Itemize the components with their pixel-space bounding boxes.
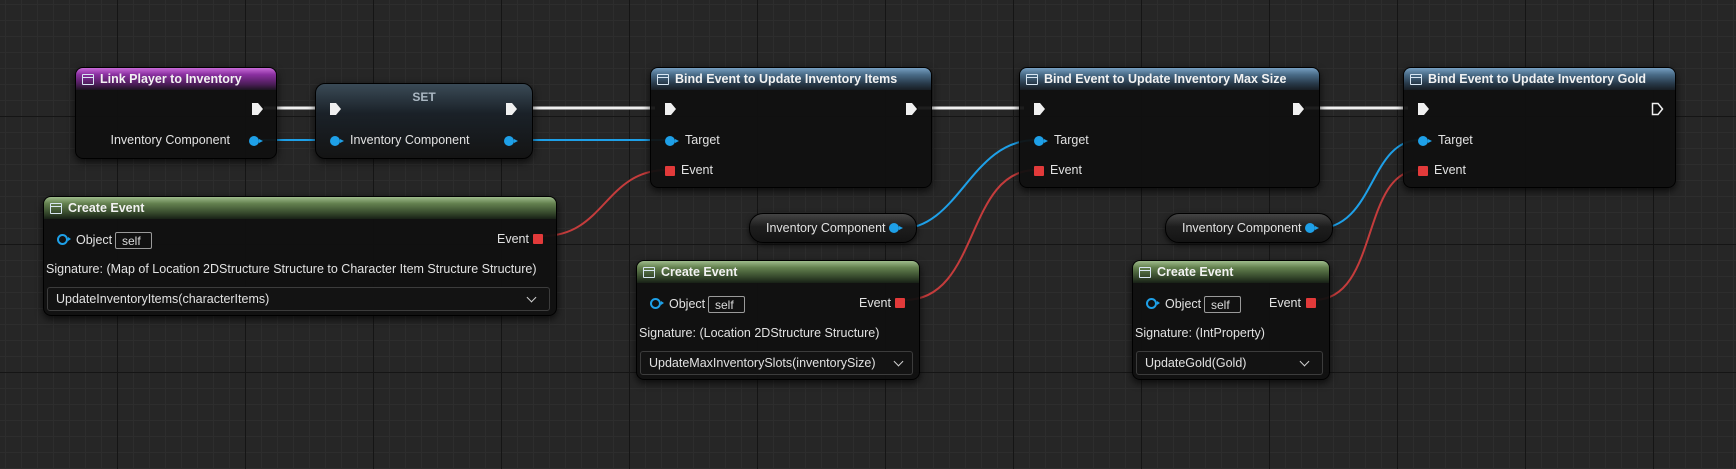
exec-in-pin[interactable] bbox=[664, 102, 677, 116]
delegate-wire bbox=[904, 169, 1037, 301]
pin-label: Target bbox=[1438, 133, 1473, 147]
object-in-pin[interactable] bbox=[1146, 298, 1160, 309]
object-out-pin[interactable] bbox=[1305, 223, 1319, 233]
inventory-component-getter[interactable]: Inventory Component bbox=[749, 213, 917, 243]
pin-label: Event bbox=[497, 232, 529, 246]
node-header: Bind Event to Update Inventory Gold bbox=[1404, 68, 1675, 90]
pin-label: Object bbox=[669, 297, 706, 311]
exec-in-pin[interactable] bbox=[1033, 102, 1046, 116]
pin-label: Event bbox=[1269, 296, 1301, 310]
node-header: Create Event bbox=[1133, 261, 1329, 283]
set-node[interactable]: SET Inventory Component bbox=[315, 83, 533, 159]
create-event-node[interactable]: Create Event Object self Event Signature… bbox=[43, 196, 557, 316]
function-icon bbox=[1026, 73, 1038, 85]
function-select-value: UpdateGold(Gold) bbox=[1145, 356, 1247, 370]
function-select-value: UpdateInventoryItems(characterItems) bbox=[56, 292, 270, 306]
create-event-node[interactable]: Create Event Object self Event Signature… bbox=[636, 260, 920, 380]
node-title: Bind Event to Update Inventory Max Size bbox=[1044, 72, 1287, 86]
exec-out-pin[interactable] bbox=[1292, 102, 1305, 116]
exec-out-pin[interactable] bbox=[905, 102, 918, 116]
target-pin[interactable] bbox=[1418, 136, 1432, 146]
node-header: Link Player to Inventory bbox=[76, 68, 276, 90]
event-pin[interactable] bbox=[1418, 166, 1428, 176]
chevron-down-icon bbox=[893, 356, 904, 367]
node-title: SET bbox=[412, 90, 436, 104]
object-value-field[interactable]: self bbox=[708, 296, 745, 313]
function-select[interactable]: UpdateInventoryItems(characterItems) bbox=[47, 287, 550, 311]
exec-in-pin[interactable] bbox=[329, 102, 342, 116]
function-icon bbox=[1410, 73, 1422, 85]
pin-label: Object bbox=[1165, 297, 1202, 311]
node-header: Bind Event to Update Inventory Max Size bbox=[1020, 68, 1319, 90]
node-header: Bind Event to Update Inventory Items bbox=[651, 68, 931, 90]
node-title: Create Event bbox=[1157, 265, 1234, 279]
getter-label: Inventory Component bbox=[766, 221, 886, 235]
function-select[interactable]: UpdateGold(Gold) bbox=[1136, 351, 1323, 375]
target-pin[interactable] bbox=[665, 136, 679, 146]
create-event-node[interactable]: Create Event Object self Event Signature… bbox=[1132, 260, 1330, 380]
signature-text: Signature: (Location 2DStructure Structu… bbox=[639, 326, 880, 340]
object-in-pin[interactable] bbox=[650, 298, 664, 309]
chevron-down-icon bbox=[1299, 356, 1310, 367]
exec-in-pin[interactable] bbox=[1417, 102, 1430, 116]
node-title: Link Player to Inventory bbox=[100, 72, 242, 86]
exec-out-pin-unconnected[interactable] bbox=[1651, 102, 1664, 116]
signature-text: Signature: (IntProperty) bbox=[1135, 326, 1265, 340]
node-title: Bind Event to Update Inventory Items bbox=[675, 72, 898, 86]
exec-out-pin[interactable] bbox=[251, 102, 264, 116]
pin-label: Event bbox=[859, 296, 891, 310]
exec-out-pin[interactable] bbox=[505, 102, 518, 116]
bind-items-node[interactable]: Bind Event to Update Inventory Items Tar… bbox=[650, 67, 932, 188]
signature-text: Signature: (Map of Location 2DStructure … bbox=[46, 262, 537, 276]
pin-label: Object bbox=[76, 233, 113, 247]
pin-label: Inventory Component bbox=[110, 133, 230, 147]
pin-label: Target bbox=[685, 133, 720, 147]
function-select-value: UpdateMaxInventorySlots(inventorySize) bbox=[649, 356, 876, 370]
object-in-pin[interactable] bbox=[57, 234, 71, 245]
pin-label: Inventory Component bbox=[350, 133, 470, 147]
node-title: Create Event bbox=[661, 265, 738, 279]
event-pin[interactable] bbox=[1034, 166, 1044, 176]
pin-label: Event bbox=[681, 163, 713, 177]
object-out-pin[interactable] bbox=[889, 223, 903, 233]
node-header: Create Event bbox=[44, 197, 556, 219]
event-pin[interactable] bbox=[665, 166, 675, 176]
event-out-pin[interactable] bbox=[895, 298, 905, 308]
pin-label: Target bbox=[1054, 133, 1089, 147]
bind-gold-node[interactable]: Bind Event to Update Inventory Gold Targ… bbox=[1403, 67, 1676, 188]
node-title: Create Event bbox=[68, 201, 145, 215]
function-icon bbox=[82, 73, 94, 85]
node-title: Bind Event to Update Inventory Gold bbox=[1428, 72, 1647, 86]
target-pin[interactable] bbox=[1034, 136, 1048, 146]
object-out-pin[interactable] bbox=[249, 136, 263, 146]
chevron-down-icon bbox=[526, 292, 537, 303]
pin-label: Event bbox=[1050, 163, 1082, 177]
node-header: Create Event bbox=[637, 261, 919, 283]
object-value-field[interactable]: self bbox=[1204, 296, 1241, 313]
link-player-node[interactable]: Link Player to Inventory Inventory Compo… bbox=[75, 67, 277, 159]
function-select[interactable]: UpdateMaxInventorySlots(inventorySize) bbox=[640, 351, 913, 375]
object-value-field[interactable]: self bbox=[115, 232, 152, 249]
object-in-pin[interactable] bbox=[330, 136, 344, 146]
getter-label: Inventory Component bbox=[1182, 221, 1302, 235]
function-icon bbox=[1139, 266, 1151, 278]
pin-label: Event bbox=[1434, 163, 1466, 177]
function-icon bbox=[657, 73, 669, 85]
function-icon bbox=[643, 266, 655, 278]
bind-max-size-node[interactable]: Bind Event to Update Inventory Max Size … bbox=[1019, 67, 1320, 188]
event-out-pin[interactable] bbox=[533, 234, 543, 244]
delegate-wire bbox=[542, 169, 668, 237]
event-out-pin[interactable] bbox=[1306, 298, 1316, 308]
inventory-component-getter[interactable]: Inventory Component bbox=[1165, 213, 1333, 243]
object-out-pin[interactable] bbox=[504, 136, 518, 146]
function-icon bbox=[50, 202, 62, 214]
